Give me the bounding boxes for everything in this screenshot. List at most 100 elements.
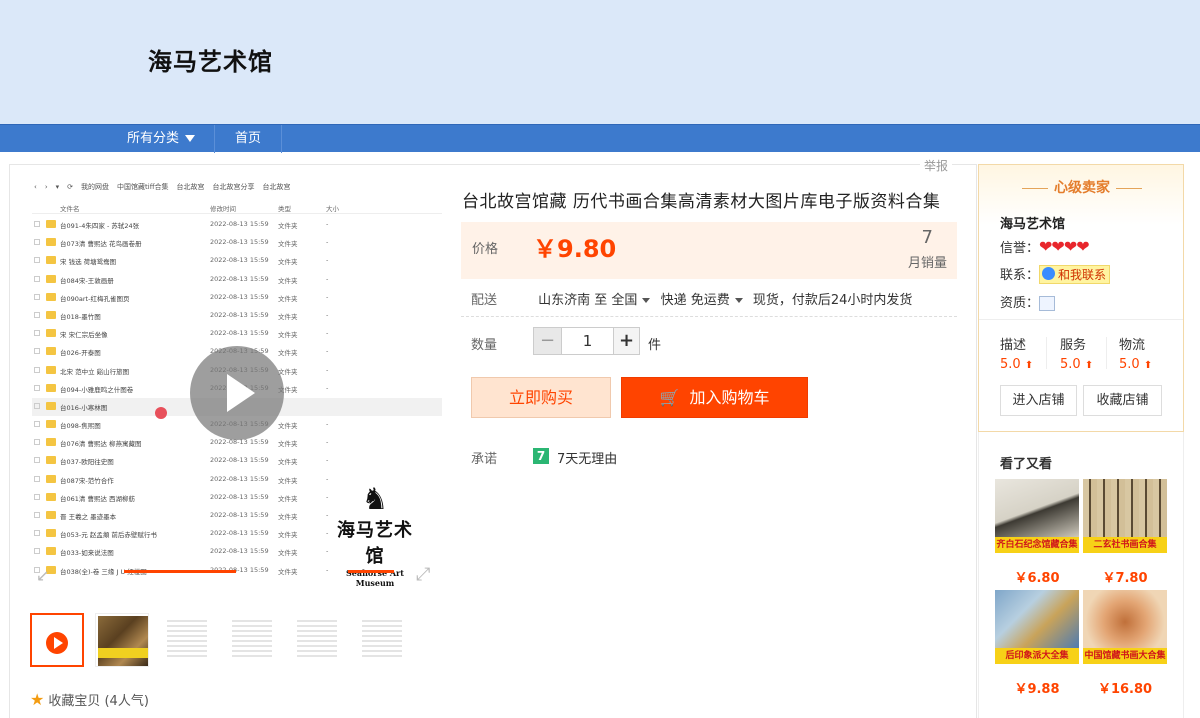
- add-to-cart-button[interactable]: 🛒 加入购物车: [621, 377, 808, 418]
- prev-arrow-icon[interactable]: ↙: [36, 566, 49, 585]
- also-viewed-item[interactable]: 二玄社书画合集 ￥7.80: [1083, 479, 1167, 586]
- file-size: -: [326, 256, 329, 265]
- seven-day-return-icon: 7: [533, 448, 549, 464]
- seller-panel: 心级卖家 海马艺术馆 信誉：❤❤❤❤ 联系： 和我联系 资质： 描述 5.0 ⬆ 服…: [978, 164, 1184, 432]
- file-type: 文件夹: [278, 476, 298, 485]
- video-progress: [124, 570, 236, 573]
- checkbox-icon: [34, 239, 40, 246]
- folder-icon: [46, 438, 56, 447]
- file-size: -: [326, 511, 329, 519]
- thumbnail-video[interactable]: [30, 613, 84, 667]
- file-date: 2022-08-13 15:59: [210, 547, 269, 556]
- folder-icon: [46, 220, 56, 228]
- folder-icon: [46, 547, 56, 556]
- file-type: 文件夹: [278, 331, 298, 340]
- main-image-video[interactable]: ‹ › ▾ ⟳ 我的网盘 中国馆藏tiff合集 台北故宫 台北故宫分享 台北故宫 文件名 修改时…: [30, 180, 444, 590]
- ship-from: 山东济南 至: [538, 293, 608, 308]
- also-viewed-price: ￥6.80: [1014, 571, 1060, 586]
- quantity-input[interactable]: [561, 328, 614, 354]
- product-thumbnail[interactable]: 齐白石纪念馆藏合集: [995, 479, 1079, 563]
- product-thumbnail[interactable]: 中国馆藏书画大合集: [1083, 590, 1167, 674]
- checkbox-icon: [34, 293, 40, 300]
- caret-down-icon: [642, 298, 651, 303]
- caret-down-icon: [185, 135, 195, 142]
- shop-title[interactable]: 海马艺术馆: [148, 42, 273, 77]
- file-name: 北宋 范中立 谿山行旅图: [60, 367, 130, 376]
- filebrowser-toolbar: ‹ › ▾ ⟳ 我的网盘 中国馆藏tiff合集 台北故宫 台北故宫分享 台北故宫: [34, 183, 291, 191]
- shipping-row: 配送 山东济南 至 全国 快递 免运费 现货，付款后24小时内发货: [471, 293, 913, 308]
- favorite-shop-button[interactable]: 收藏店铺: [1083, 385, 1162, 416]
- shop-banner: 海马艺术馆: [0, 0, 1200, 124]
- thumbnail-image[interactable]: [355, 613, 409, 667]
- file-size: -: [326, 438, 329, 447]
- file-type: 文件夹: [278, 367, 298, 376]
- file-type: 文件夹: [278, 458, 298, 467]
- also-viewed-panel: 看了又看 齐白石纪念馆藏合集 ￥6.80 二玄社书画合集 ￥7.80 后印象派大…: [978, 432, 1184, 718]
- file-date: 2022-08-13 15:59: [210, 256, 269, 265]
- contact-seller-link[interactable]: 和我联系: [1039, 265, 1111, 284]
- enter-shop-button[interactable]: 进入店铺: [1000, 385, 1077, 416]
- favorite-item[interactable]: ★ 收藏宝贝 (4人气): [30, 690, 149, 709]
- divider: [979, 319, 1183, 320]
- file-type: 文件夹: [278, 549, 298, 558]
- report-link[interactable]: 举报: [920, 157, 953, 174]
- file-row: 台090art-红梅孔雀图页 2022-08-13 15:59 文件夹 -: [32, 289, 442, 307]
- thumbnail-image[interactable]: [290, 613, 344, 667]
- file-size: -: [326, 565, 329, 574]
- also-viewed-price: ￥9.88: [1014, 682, 1060, 697]
- also-viewed-title: 看了又看: [1000, 457, 1053, 472]
- product-thumbnail[interactable]: 二玄社书画合集: [1083, 479, 1167, 563]
- nav-home[interactable]: 首页: [214, 125, 282, 153]
- checkbox-icon: [34, 475, 40, 482]
- play-icon: [46, 632, 68, 654]
- file-size: -: [326, 310, 329, 319]
- checkbox-icon: [34, 330, 40, 337]
- file-date: 2022-08-13 15:59: [210, 474, 269, 483]
- file-name: 台094-小雅鹿鸣之什图卷: [60, 385, 134, 394]
- file-row: 台091-4朱四家 - 苏轼24张 2022-08-13 15:59 文件夹 -: [32, 216, 442, 234]
- buy-now-button[interactable]: 立即购买: [471, 377, 611, 418]
- file-date: 2022-08-13 15:59: [210, 492, 269, 501]
- folder-icon: [46, 310, 56, 319]
- checkbox-icon: [34, 257, 40, 264]
- file-size: -: [326, 238, 329, 247]
- seven-day-return-text[interactable]: 7天无理由: [557, 448, 617, 467]
- file-type: 文件夹: [278, 567, 298, 576]
- monthly-sales-label: 月销量: [907, 256, 947, 271]
- fullscreen-icon[interactable]: ⤢: [416, 564, 438, 586]
- shop-navbar: 所有分类 首页: [0, 124, 1200, 153]
- also-viewed-item[interactable]: 齐白石纪念馆藏合集 ￥6.80: [995, 479, 1079, 586]
- file-name: 台033-如来说法图: [60, 549, 114, 558]
- cursor-icon: [155, 407, 167, 419]
- ship-to-select[interactable]: 全国: [611, 293, 656, 308]
- quantity-plus-button[interactable]: +: [614, 328, 639, 354]
- divider: [461, 316, 957, 317]
- qualification-icon[interactable]: [1039, 296, 1056, 311]
- product-thumbnail[interactable]: 后印象派大全集: [995, 590, 1079, 674]
- thumbnail-image[interactable]: [160, 613, 214, 667]
- checkbox-icon: [34, 221, 40, 227]
- thumbnail-image[interactable]: [225, 613, 279, 667]
- seller-name[interactable]: 海马艺术馆: [1000, 213, 1065, 232]
- file-name: 台026-开泰图: [60, 349, 101, 358]
- thumbnail-image[interactable]: [95, 613, 149, 667]
- also-viewed-item[interactable]: 中国馆藏书画大合集 ￥16.80: [1083, 590, 1167, 697]
- file-date: 2022-08-13 15:59: [210, 329, 269, 338]
- checkbox-icon: [34, 493, 40, 500]
- folder-icon: [46, 347, 56, 356]
- seller-qualification: 资质：: [1000, 292, 1056, 311]
- cart-icon: 🛒: [659, 388, 680, 407]
- checkbox-icon: [34, 421, 40, 428]
- folder-icon: [46, 383, 56, 392]
- video-progress-secondary: [348, 570, 394, 573]
- ship-method-select[interactable]: 快递 免运费: [661, 293, 749, 308]
- nav-all-categories[interactable]: 所有分类: [110, 125, 212, 153]
- checkbox-icon: [34, 402, 40, 409]
- checkbox-icon: [34, 311, 40, 318]
- also-viewed-item[interactable]: 后印象派大全集 ￥9.88: [995, 590, 1079, 697]
- quantity-minus-button[interactable]: −: [534, 328, 561, 354]
- play-icon[interactable]: [190, 346, 284, 440]
- checkbox-icon: [34, 512, 40, 518]
- file-date: 2022-08-13 15:59: [210, 238, 269, 247]
- folder-icon: [46, 292, 56, 301]
